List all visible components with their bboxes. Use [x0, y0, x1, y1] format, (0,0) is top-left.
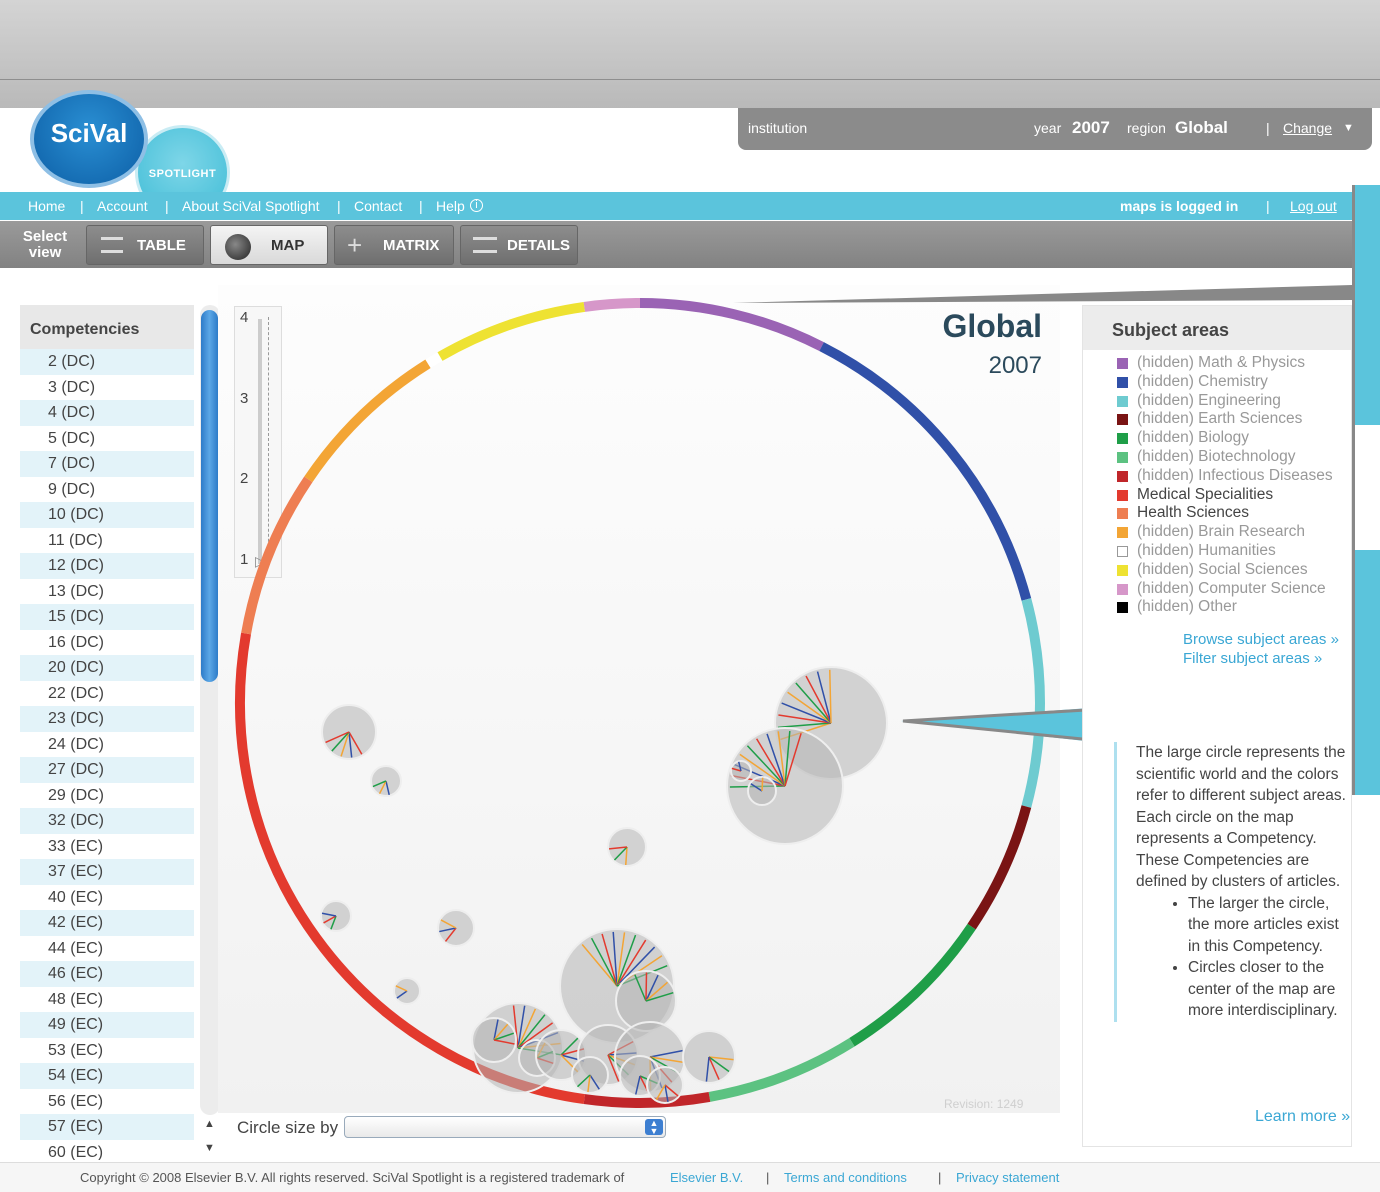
subject-color-swatch — [1117, 584, 1128, 595]
subject-color-swatch — [1117, 452, 1128, 463]
subject-color-swatch — [1117, 565, 1128, 576]
competency-bubbles — [321, 667, 887, 1103]
elsevier-link[interactable]: Elsevier B.V. — [670, 1170, 743, 1185]
filter-subject-areas-link[interactable]: Filter subject areas » — [1183, 650, 1322, 667]
ring-segment — [584, 303, 640, 307]
subject-area-label: (hidden) Other — [1137, 598, 1237, 616]
subject-area-label: (hidden) Math & Physics — [1137, 354, 1305, 372]
circle-size-select[interactable]: ▲▼ — [344, 1116, 666, 1138]
subject-area-label: (hidden) Social Sciences — [1137, 561, 1308, 579]
ring-segment — [972, 807, 1027, 927]
learn-more-link[interactable]: Learn more » — [1255, 1108, 1350, 1126]
callout-pointer-top — [733, 285, 1352, 303]
ring-segment — [584, 1097, 709, 1103]
subject-color-swatch — [1117, 508, 1128, 519]
footer: Copyright © 2008 Elsevier B.V. All right… — [0, 1162, 1380, 1192]
select-arrows-icon: ▲▼ — [645, 1119, 663, 1135]
circle-size-label: Circle size by — [237, 1118, 338, 1138]
copyright-text: Copyright © 2008 Elsevier B.V. All right… — [80, 1170, 624, 1185]
description-text: The large circle represents the scientif… — [1136, 742, 1350, 893]
subject-color-swatch — [1117, 414, 1128, 425]
subject-area-label: (hidden) Biology — [1137, 429, 1249, 447]
subject-area-label: (hidden) Humanities — [1137, 542, 1276, 560]
subject-area-label: (hidden) Infectious Diseases — [1137, 467, 1333, 485]
map-description: The large circle represents the scientif… — [1114, 742, 1350, 1022]
subject-area-label: (hidden) Biotechnology — [1137, 448, 1296, 466]
revision-label: Revision: 1249 — [944, 1097, 1023, 1111]
subject-area-label: (hidden) Computer Science — [1137, 580, 1326, 598]
subject-color-swatch — [1117, 546, 1128, 557]
subject-areas-header: Subject areas — [1083, 306, 1351, 350]
terms-link[interactable]: Terms and conditions — [784, 1170, 907, 1185]
subject-area-label: (hidden) Chemistry — [1137, 373, 1268, 391]
competency-link — [762, 778, 763, 791]
subject-color-swatch — [1117, 527, 1128, 538]
subject-color-swatch — [1117, 490, 1128, 501]
description-bullet: The larger the circle, the more articles… — [1188, 893, 1350, 958]
subject-area-label: (hidden) Engineering — [1137, 392, 1281, 410]
subject-area-label: Medical Specialities — [1137, 486, 1273, 504]
subject-color-swatch — [1117, 433, 1128, 444]
ring-segment — [1026, 599, 1040, 806]
subject-color-swatch — [1117, 602, 1128, 613]
ring-segment — [640, 303, 822, 347]
subject-color-swatch — [1117, 358, 1128, 369]
privacy-link[interactable]: Privacy statement — [956, 1170, 1059, 1185]
browse-subject-areas-link[interactable]: Browse subject areas » — [1183, 631, 1339, 648]
subject-area-label: (hidden) Brain Research — [1137, 523, 1305, 541]
subject-color-swatch — [1117, 377, 1128, 388]
map-year: 2007 — [940, 352, 1042, 380]
subject-color-swatch — [1117, 396, 1128, 407]
description-bullet: Circles closer to the center of the map … — [1188, 957, 1350, 1022]
ring-segment — [246, 479, 308, 633]
ring-segment — [822, 347, 1027, 600]
subject-color-swatch — [1117, 471, 1128, 482]
ring-segment — [428, 357, 440, 364]
map-title: Global — [900, 308, 1042, 345]
ring-segment — [440, 307, 584, 357]
ring-segment — [852, 927, 972, 1043]
subject-area-label: (hidden) Earth Sciences — [1137, 410, 1302, 428]
ring-segment — [308, 364, 428, 480]
subject-area-label: Health Sciences — [1137, 504, 1249, 522]
